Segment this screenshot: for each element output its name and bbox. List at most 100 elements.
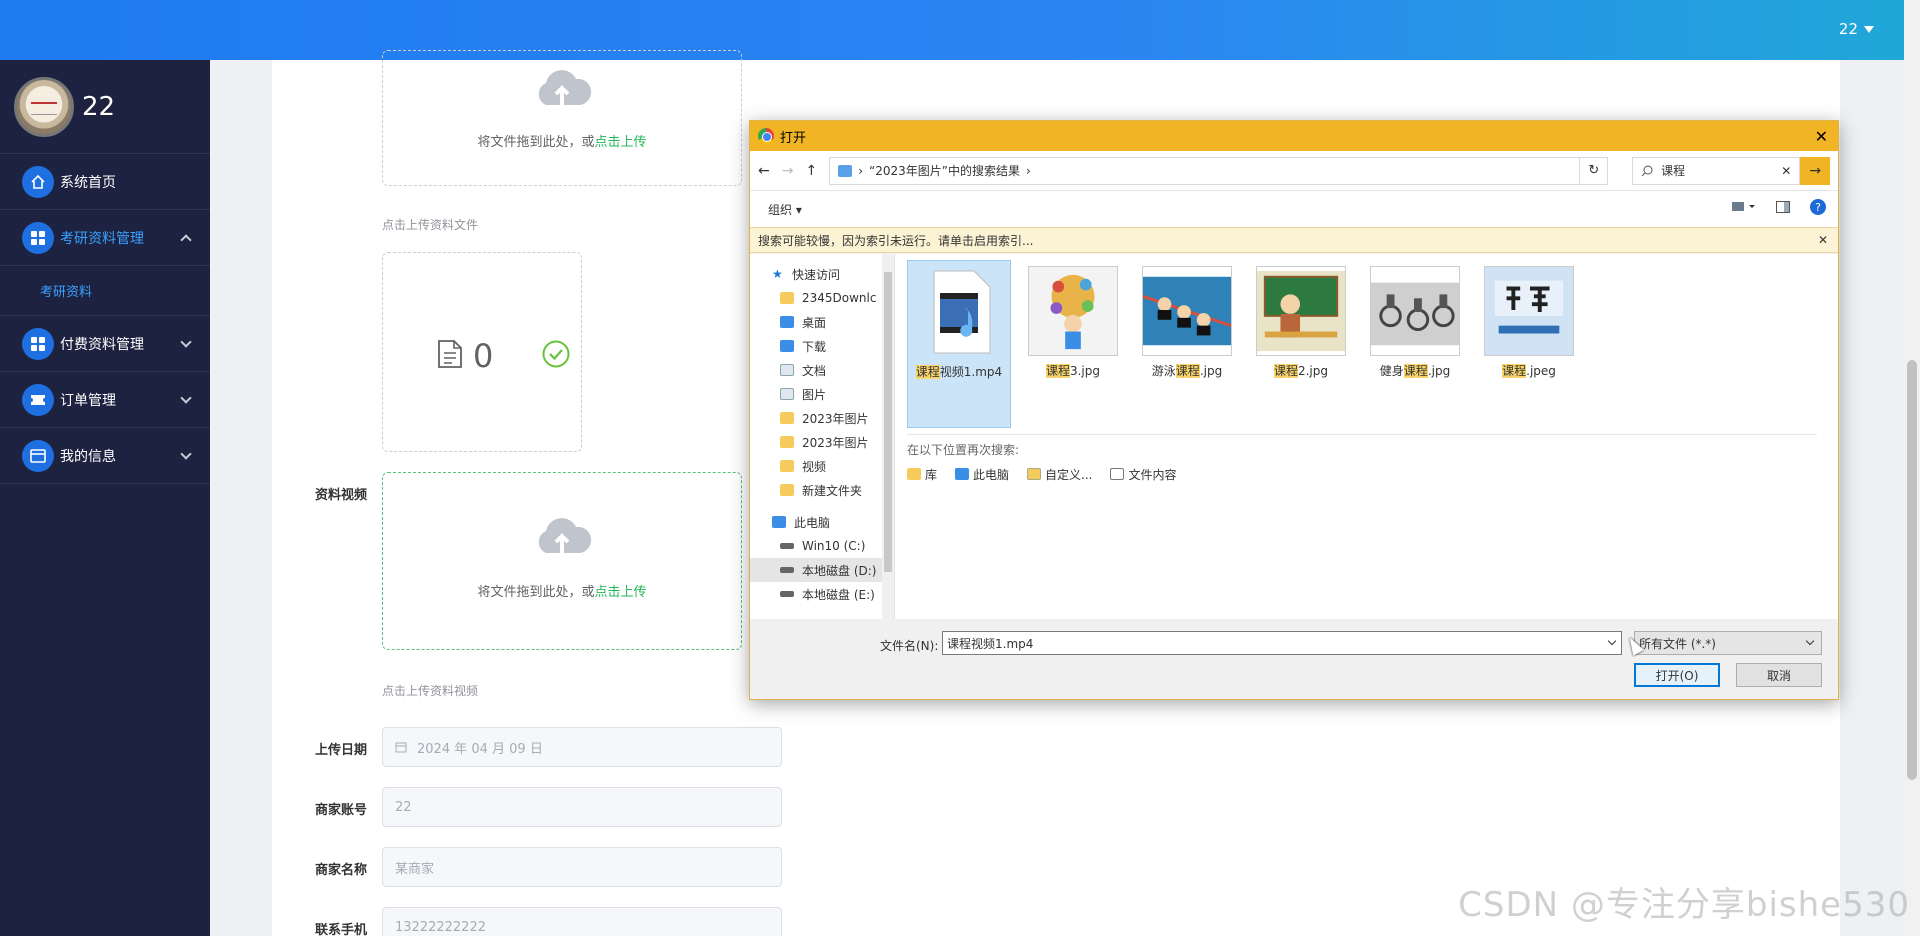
file-item[interactable]: 课程3.jpg bbox=[1021, 260, 1125, 379]
sidebar-item-my-info[interactable]: 我的信息 bbox=[0, 428, 210, 484]
cancel-button[interactable]: 取消 bbox=[1736, 663, 1822, 687]
clear-search-icon[interactable]: ✕ bbox=[1781, 164, 1791, 178]
merchant-account-field[interactable]: 22 bbox=[382, 787, 782, 827]
nav-documents[interactable]: 文档 bbox=[750, 358, 894, 382]
sidebar-item-label: 系统首页 bbox=[60, 174, 116, 191]
scrollbar-thumb[interactable] bbox=[884, 272, 892, 572]
sidebar-item-paid-management[interactable]: 付费资料管理 bbox=[0, 316, 210, 372]
address-path: “2023年图片”中的搜索结果 bbox=[869, 164, 1020, 178]
filename-input[interactable]: 课程视频1.mp4 bbox=[942, 631, 1622, 655]
back-button[interactable]: ← bbox=[758, 163, 770, 179]
nav-this-pc[interactable]: 此电脑 bbox=[750, 510, 894, 534]
view-options-icon[interactable] bbox=[1732, 201, 1756, 213]
nav-folder[interactable]: 新建文件夹 bbox=[750, 478, 894, 502]
file-count: 0 bbox=[473, 337, 494, 375]
file-name: 游泳课程.jpg bbox=[1151, 364, 1223, 378]
desktop-icon bbox=[780, 316, 794, 328]
index-warning-bar[interactable]: 搜索可能较慢，因为索引未运行。请单击启用索引... ✕ bbox=[750, 227, 1838, 253]
open-button[interactable]: 打开(O) bbox=[1634, 663, 1720, 687]
nav-quick-access[interactable]: ★ 快速访问 bbox=[750, 262, 894, 286]
calendar-icon bbox=[395, 742, 407, 753]
sidebar-item-label: 付费资料管理 bbox=[60, 336, 144, 353]
upload-link[interactable]: 点击上传 bbox=[595, 135, 647, 150]
nav-scrollbar[interactable] bbox=[882, 254, 894, 620]
close-icon[interactable]: ✕ bbox=[1818, 233, 1828, 247]
nav-label: 视频 bbox=[802, 459, 827, 474]
document-icon bbox=[438, 340, 462, 368]
avatar bbox=[14, 76, 74, 137]
file-item[interactable]: 健身课程.jpg bbox=[1363, 260, 1467, 379]
video-upload-dropzone[interactable]: 将文件拖到此处，或点击上传 bbox=[382, 472, 742, 650]
search-again-custom[interactable]: 自定义... bbox=[1027, 466, 1092, 483]
sidebar-item-home[interactable]: 系统首页 bbox=[0, 154, 210, 210]
file-list-card: 0 bbox=[382, 252, 582, 452]
forward-button[interactable]: → bbox=[782, 163, 794, 179]
nav-desktop[interactable]: 桌面 bbox=[750, 310, 894, 334]
nav-folder[interactable]: 视频 bbox=[750, 454, 894, 478]
chevron-down-icon bbox=[180, 336, 192, 348]
preview-pane-icon[interactable] bbox=[1776, 201, 1790, 213]
file-open-dialog: 打开 ✕ ← → ↑ › “2023年图片”中的搜索结果 › ↻ 课程 ✕ → … bbox=[749, 120, 1839, 700]
upload-hint: 将文件拖到此处，或点击上传 bbox=[383, 581, 741, 600]
filetype-select[interactable]: 所有文件 (*.*) bbox=[1634, 631, 1822, 655]
sidebar-item-label: 订单管理 bbox=[60, 392, 116, 409]
merchant-name-field[interactable]: 某商家 bbox=[382, 847, 782, 887]
nav-folder[interactable]: 2023年图片 bbox=[750, 430, 894, 454]
address-bar[interactable]: › “2023年图片”中的搜索结果 › bbox=[829, 156, 1581, 185]
nav-folder[interactable]: 2345Downlc bbox=[750, 286, 894, 310]
search-again-library[interactable]: 库 bbox=[907, 466, 937, 483]
upload-link[interactable]: 点击上传 bbox=[595, 585, 647, 600]
computer-icon bbox=[955, 468, 970, 480]
chevron-down-icon bbox=[180, 448, 192, 460]
home-icon bbox=[22, 165, 54, 198]
card-icon bbox=[22, 439, 54, 472]
image-thumbnail bbox=[1142, 266, 1232, 356]
cloud-upload-icon bbox=[538, 70, 592, 105]
document-icon bbox=[780, 364, 794, 376]
user-menu[interactable]: 22 bbox=[1839, 20, 1874, 38]
upload-date-field[interactable]: 2024 年 04 月 09 日 bbox=[382, 727, 782, 767]
sidebar-item-kaoyan-management[interactable]: 考研资料管理 bbox=[0, 210, 210, 266]
nav-drive[interactable]: 本地磁盘 (D:) bbox=[750, 558, 894, 582]
nav-drive[interactable]: Win10 (C:) bbox=[750, 534, 894, 558]
help-icon[interactable]: ? bbox=[1810, 199, 1826, 215]
scrollbar-thumb[interactable] bbox=[1907, 360, 1917, 780]
file-item[interactable]: 游泳课程.jpg bbox=[1135, 260, 1239, 379]
search-input[interactable]: 课程 ✕ bbox=[1632, 156, 1801, 185]
search-go-button[interactable]: → bbox=[1800, 156, 1830, 185]
folder-icon bbox=[780, 460, 794, 472]
check-circle-icon bbox=[542, 340, 570, 368]
nav-label: 桌面 bbox=[802, 315, 827, 330]
date-label: 上传日期 bbox=[315, 743, 368, 758]
file-upload-dropzone[interactable]: 将文件拖到此处，或点击上传 bbox=[382, 50, 742, 186]
page-scrollbar[interactable] bbox=[1904, 0, 1920, 936]
phone-field[interactable]: 13222222222 bbox=[382, 907, 782, 936]
file-item[interactable]: 课程视频1.mp4 bbox=[907, 260, 1011, 428]
file-item[interactable]: 课程2.jpg bbox=[1249, 260, 1353, 379]
upload-video-tip: 点击上传资料视频 bbox=[382, 684, 479, 698]
close-icon[interactable]: ✕ bbox=[1815, 127, 1828, 146]
dialog-footer: 文件名(N): 课程视频1.mp4 所有文件 (*.*) 打开(O) 取消 bbox=[750, 619, 1838, 699]
organize-menu[interactable]: 组织 ▾ bbox=[768, 201, 802, 218]
file-name: 课程3.jpg bbox=[1045, 364, 1101, 378]
refresh-button[interactable]: ↻ bbox=[1580, 156, 1609, 185]
account-label: 商家账号 bbox=[315, 803, 368, 818]
nav-label: 本地磁盘 (E:) bbox=[802, 587, 875, 602]
search-again-this-pc[interactable]: 此电脑 bbox=[955, 466, 1009, 483]
file-item[interactable]: 课程.jpeg bbox=[1477, 260, 1581, 379]
up-button[interactable]: ↑ bbox=[805, 163, 817, 179]
nav-folder[interactable]: 2023年图片 bbox=[750, 406, 894, 430]
nav-label: 快速访问 bbox=[792, 267, 841, 282]
nav-pictures[interactable]: 图片 bbox=[750, 382, 894, 406]
grid-icon bbox=[22, 327, 54, 360]
nav-drive[interactable]: 本地磁盘 (E:) bbox=[750, 582, 894, 606]
sidebar-subitem-kaoyan[interactable]: 考研资料 bbox=[0, 266, 210, 316]
sidebar-item-orders[interactable]: 订单管理 bbox=[0, 372, 210, 428]
search-again-file-contents[interactable]: 文件内容 bbox=[1110, 466, 1177, 483]
nav-downloads[interactable]: 下载 bbox=[750, 334, 894, 358]
phone-label: 联系手机 bbox=[315, 923, 368, 936]
chevron-down-icon[interactable] bbox=[1607, 636, 1617, 646]
brand-name: 22 bbox=[82, 91, 116, 122]
upload-hint-text: 将文件拖到此处，或 bbox=[477, 585, 595, 600]
star-icon: ★ bbox=[772, 267, 783, 281]
